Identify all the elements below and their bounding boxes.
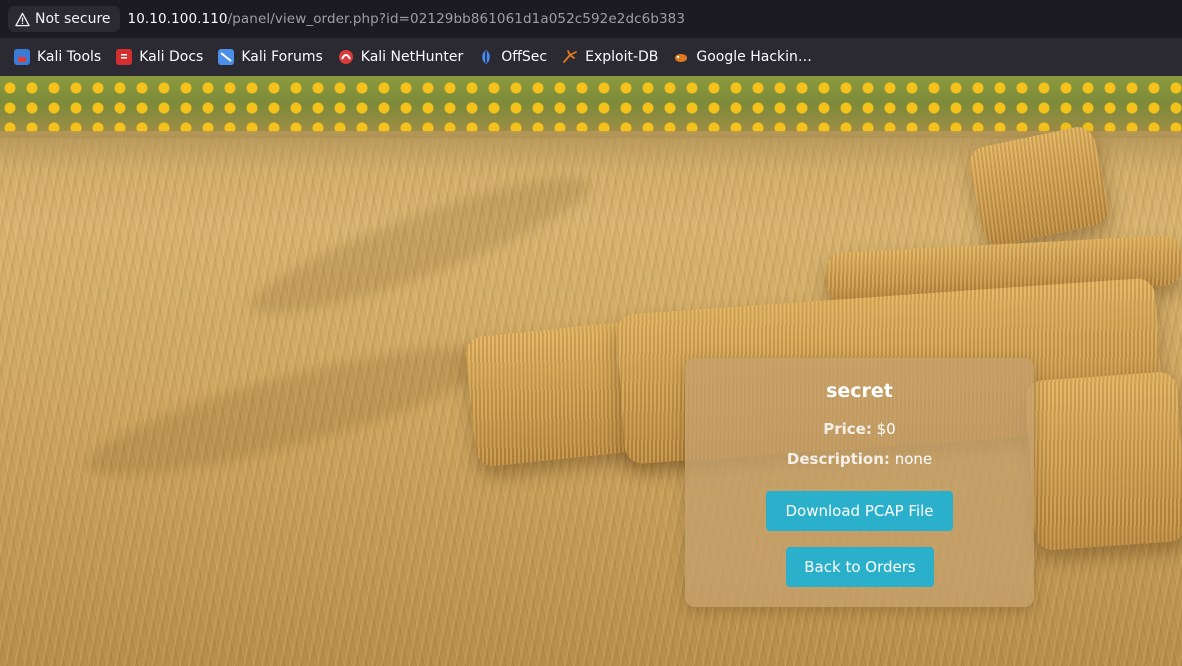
bookmark-offsec[interactable]: OffSec	[478, 49, 547, 65]
bookmarks-bar: Kali Tools Kali Docs Kali Forums Kali Ne…	[0, 38, 1182, 76]
description-label: Description:	[786, 450, 890, 468]
page-background: secret Price: $0 Description: none Downl…	[0, 76, 1182, 666]
order-title: secret	[826, 380, 893, 402]
exploit-db-icon	[562, 49, 578, 65]
bookmark-google-hacking[interactable]: Google Hackin…	[673, 49, 812, 65]
bookmark-label: Kali Tools	[37, 49, 102, 65]
sunflower-field-image	[0, 76, 1182, 138]
description-value: none	[894, 450, 933, 468]
browser-address-bar: Not secure 10.10.100.110/panel/view_orde…	[0, 0, 1182, 38]
offsec-icon	[478, 49, 494, 65]
url-field[interactable]: 10.10.100.110/panel/view_order.php?id=02…	[128, 11, 686, 27]
security-label: Not secure	[35, 11, 111, 27]
bookmark-kali-nethunter[interactable]: Kali NetHunter	[338, 49, 463, 65]
order-details-card: secret Price: $0 Description: none Downl…	[685, 358, 1034, 607]
bookmark-kali-docs[interactable]: Kali Docs	[116, 49, 203, 65]
bookmark-label: Kali Docs	[139, 49, 204, 65]
field-shadow	[78, 322, 502, 500]
bookmark-label: Kali NetHunter	[360, 49, 464, 65]
security-indicator[interactable]: Not secure	[8, 6, 120, 32]
bookmark-exploit-db[interactable]: Exploit-DB	[562, 49, 658, 65]
back-to-orders-button[interactable]: Back to Orders	[786, 547, 934, 587]
bookmark-kali-forums[interactable]: Kali Forums	[218, 49, 323, 65]
bookmark-label: Google Hackin…	[696, 49, 812, 65]
kali-forums-icon	[218, 49, 235, 65]
price-label: Price:	[823, 420, 872, 438]
download-pcap-button[interactable]: Download PCAP File	[766, 491, 953, 531]
url-path: /panel/view_order.php?id=02129bb861061d1…	[227, 11, 686, 27]
bookmark-label: OffSec	[501, 49, 548, 65]
order-price: Price: $0	[685, 420, 1034, 438]
bookmark-label: Exploit-DB	[585, 49, 659, 65]
hay-bale	[1024, 370, 1182, 552]
warning-triangle-icon	[15, 12, 30, 27]
field-shadow	[240, 156, 600, 336]
kali-nethunter-icon	[338, 49, 354, 65]
order-description: Description: none	[685, 450, 1034, 468]
kali-docs-icon	[116, 49, 133, 65]
kali-tools-icon	[14, 49, 30, 65]
bookmark-kali-tools[interactable]: Kali Tools	[14, 49, 101, 65]
bookmark-label: Kali Forums	[241, 49, 323, 65]
price-value: $0	[876, 420, 896, 438]
google-hacking-icon	[673, 49, 689, 65]
url-host: 10.10.100.110	[127, 11, 228, 27]
